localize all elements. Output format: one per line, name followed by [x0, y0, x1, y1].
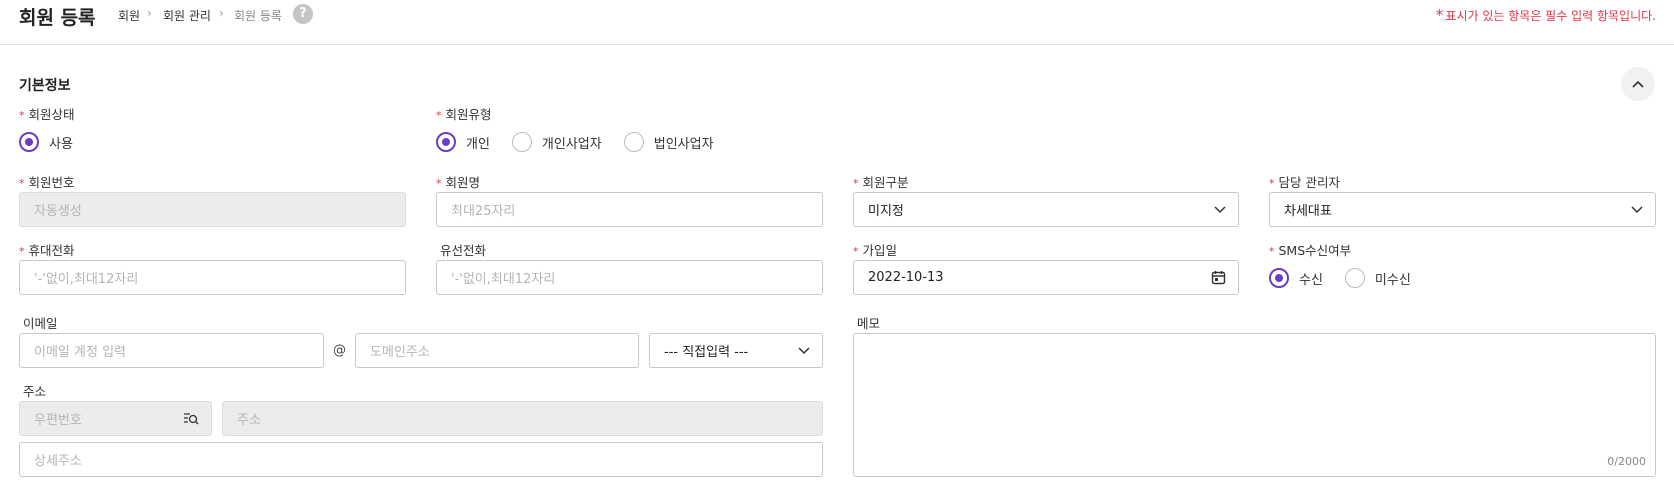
manager-label: * 담당 관리자 — [1269, 175, 1340, 190]
calendar-icon — [1211, 271, 1226, 285]
memo-textarea[interactable]: 0/2000 — [853, 333, 1656, 477]
chevron-up-icon — [1632, 80, 1644, 88]
member-type-radios: 개인 개인사업자 법인사업자 — [436, 132, 736, 152]
radio-sms-receive[interactable]: 수신 — [1269, 268, 1323, 288]
chevron-right-icon: › — [219, 6, 224, 20]
required-star-icon: * — [1435, 6, 1444, 24]
memo-label: 메모 — [857, 316, 881, 331]
section-title: 기본정보 — [19, 78, 71, 94]
radio-type-corporation[interactable]: 법인사업자 — [623, 132, 714, 152]
required-note: * 표시가 있는 항목은 필수 입력 항목입니다. — [1435, 6, 1656, 24]
memo-char-count: 0/2000 — [1607, 455, 1646, 468]
join-date-label: * 가입일 — [853, 243, 898, 258]
breadcrumb-item-member-manage[interactable]: 회원 관리 — [163, 7, 211, 24]
page-header: 회원 등록 회원 › 회원 관리 › 회원 등록 ? * 표시가 있는 항목은 필… — [0, 0, 1674, 45]
member-class-select[interactable]: 미지정 — [853, 192, 1239, 227]
member-name-field[interactable]: 최대25자리 — [436, 192, 823, 227]
chevron-down-icon — [1631, 206, 1643, 214]
phone-label: 유선전화 — [440, 243, 487, 258]
radio-type-sole-proprietor[interactable]: 개인사업자 — [511, 132, 602, 152]
radio-sms-reject[interactable]: 미수신 — [1344, 268, 1411, 288]
address-detail-field[interactable]: 상세주소 — [19, 442, 823, 477]
chevron-down-icon — [1214, 206, 1226, 214]
zipcode-field: 우편번호 — [19, 401, 212, 436]
chevron-right-icon: › — [147, 6, 152, 20]
breadcrumb-item-current: 회원 등록 — [234, 9, 282, 23]
breadcrumb-item-member[interactable]: 회원 — [118, 7, 140, 24]
member-no-field: 자동생성 — [19, 192, 406, 227]
member-name-label: * 회원명 — [436, 175, 481, 190]
help-icon[interactable]: ? — [293, 4, 313, 24]
email-domain-select[interactable]: --- 직접입력 --- — [649, 333, 823, 368]
email-account-field[interactable]: 이메일 계정 입력 — [19, 333, 324, 368]
mobile-field[interactable]: '-'없이,최대12자리 — [19, 260, 406, 295]
address-field: 주소 — [222, 401, 823, 436]
address-label: 주소 — [23, 384, 47, 399]
sms-radios: 수신 미수신 — [1269, 268, 1433, 288]
member-class-label: * 회원구분 — [853, 175, 909, 190]
join-date-field[interactable]: 2022-10-13 — [853, 260, 1239, 295]
radio-status-active[interactable]: 사용 — [19, 132, 73, 152]
email-label: 이메일 — [23, 316, 58, 331]
manager-select[interactable]: 차세대표 — [1269, 192, 1656, 227]
chevron-down-icon — [798, 347, 810, 355]
radio-type-individual[interactable]: 개인 — [436, 132, 490, 152]
member-status-label: * 회원상태 — [19, 107, 75, 122]
sms-label: * SMS수신여부 — [1269, 243, 1352, 258]
search-list-icon — [184, 413, 199, 425]
member-status-radios: 사용 — [19, 132, 95, 152]
member-no-label: * 회원번호 — [19, 175, 75, 190]
mobile-label: * 휴대전화 — [19, 243, 75, 258]
email-at-sign: @ — [333, 343, 346, 358]
collapse-button[interactable] — [1621, 67, 1655, 101]
member-type-label: * 회원유형 — [436, 107, 492, 122]
phone-field[interactable]: '-'없이,최대12자리 — [436, 260, 823, 295]
page-title: 회원 등록 — [19, 7, 96, 29]
email-domain-field[interactable]: 도메인주소 — [355, 333, 639, 368]
